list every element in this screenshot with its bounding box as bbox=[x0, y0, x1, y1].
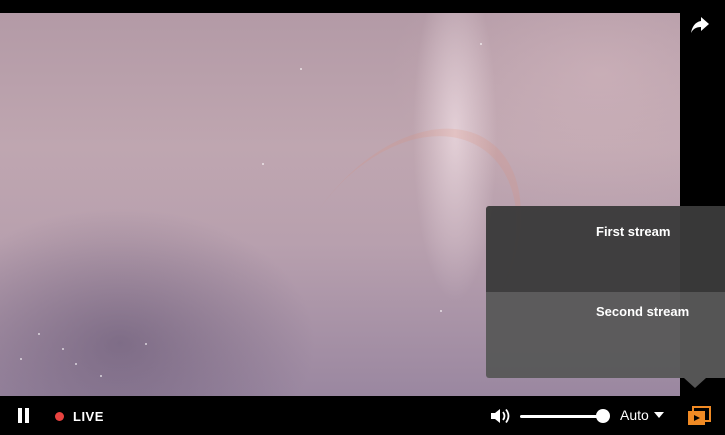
chevron-down-icon bbox=[653, 412, 664, 418]
video-speck bbox=[75, 363, 77, 365]
video-speck bbox=[440, 310, 442, 312]
stream-item-first[interactable]: First stream bbox=[486, 206, 725, 292]
video-speck bbox=[100, 375, 102, 377]
stream-menu: First stream Second stream bbox=[486, 206, 725, 378]
stream-item-label: First stream bbox=[596, 224, 671, 239]
quality-label: Auto bbox=[620, 407, 649, 423]
video-player: First stream Second stream LIVE Auto bbox=[0, 0, 725, 435]
video-speck bbox=[480, 43, 482, 45]
stream-menu-pointer bbox=[684, 378, 706, 388]
volume-slider-handle[interactable] bbox=[596, 409, 610, 423]
quality-selector[interactable]: Auto bbox=[620, 407, 664, 423]
video-speck bbox=[38, 333, 40, 335]
speaker-icon bbox=[491, 408, 510, 424]
share-button[interactable] bbox=[689, 14, 711, 36]
pause-button[interactable] bbox=[14, 406, 32, 426]
share-arrow-icon bbox=[691, 17, 709, 33]
video-speck bbox=[300, 68, 302, 70]
live-label: LIVE bbox=[73, 408, 104, 424]
stream-list-icon bbox=[688, 406, 711, 425]
video-speck bbox=[62, 348, 64, 350]
video-speck bbox=[262, 163, 264, 165]
stream-item-second[interactable]: Second stream bbox=[486, 292, 725, 378]
live-indicator: LIVE bbox=[55, 407, 104, 425]
live-dot-icon bbox=[55, 411, 64, 421]
volume-slider-track[interactable] bbox=[520, 415, 606, 418]
volume-button[interactable] bbox=[489, 406, 513, 426]
streams-button[interactable] bbox=[686, 405, 712, 427]
video-speck bbox=[20, 358, 22, 360]
control-bar: LIVE Auto bbox=[0, 396, 725, 435]
video-speck bbox=[145, 343, 147, 345]
stream-item-label: Second stream bbox=[596, 304, 690, 319]
